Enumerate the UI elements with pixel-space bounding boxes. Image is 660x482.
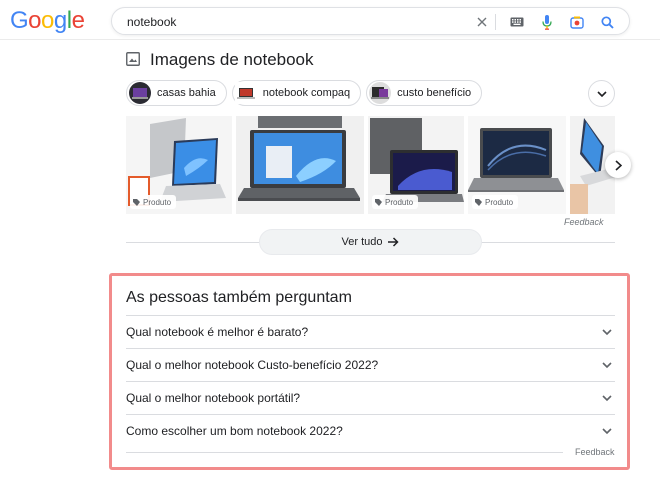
paa-question[interactable]: Como escolher um bom notebook 2022? — [126, 414, 615, 447]
chip-thumbnail — [369, 82, 392, 104]
product-tag: Produto — [130, 195, 177, 209]
chip-casas-bahia[interactable]: casas bahia — [126, 80, 227, 106]
image-tile[interactable]: Produto — [126, 116, 232, 214]
camera-lens-icon[interactable] — [567, 12, 587, 32]
search-icon[interactable] — [597, 12, 617, 32]
chip-label: casas bahia — [157, 87, 216, 99]
logo-letter: o — [41, 7, 54, 34]
tag-icon — [375, 198, 382, 206]
paa-question-text: Qual o melhor notebook portátil? — [126, 391, 301, 405]
paa-question[interactable]: Qual notebook é melhor é barato? — [126, 315, 615, 348]
chevron-down-icon — [602, 428, 612, 435]
logo-letter: g — [53, 7, 67, 34]
logo-letter: o — [28, 7, 42, 34]
chip-thumbnail — [129, 82, 151, 104]
product-tag: Produto — [472, 195, 519, 209]
search-bar[interactable]: notebook — [111, 7, 630, 35]
images-section-title[interactable]: Imagens de notebook — [150, 50, 314, 70]
chevron-down-icon — [596, 90, 607, 97]
image-filter-chips: casas bahia notebook compaq custo benefí… — [126, 80, 483, 106]
people-also-ask-title: As pessoas também perguntam — [126, 289, 352, 306]
chevron-down-icon — [602, 395, 612, 402]
logo-letter: G — [10, 7, 29, 34]
paa-question[interactable]: Qual o melhor notebook Custo-benefício 2… — [126, 348, 615, 381]
arrow-right-icon — [388, 237, 400, 247]
image-gallery: Produto Produto Produto — [126, 116, 615, 214]
chevron-down-icon — [602, 329, 612, 336]
paa-question-text: Qual o melhor notebook Custo-benefício 2… — [126, 358, 379, 372]
chips-expand-button[interactable] — [588, 80, 615, 107]
tag-icon — [133, 198, 140, 206]
image-tile[interactable]: Produto — [368, 116, 464, 214]
paa-question[interactable]: Qual o melhor notebook portátil? — [126, 381, 615, 414]
chip-notebook-compaq[interactable]: notebook compaq — [231, 80, 362, 106]
product-tag: Produto — [372, 195, 419, 209]
chip-thumbnail — [234, 82, 257, 104]
chip-label: custo benefício — [397, 87, 472, 99]
gallery-next-button[interactable] — [605, 152, 631, 178]
keyboard-icon[interactable] — [507, 12, 527, 32]
chevron-down-icon — [602, 362, 612, 369]
paa-bottom-divider — [126, 452, 563, 453]
image-icon — [126, 52, 140, 66]
paa-question-text: Como escolher um bom notebook 2022? — [126, 424, 343, 438]
image-tile[interactable]: Produto — [468, 116, 566, 214]
images-feedback-link[interactable]: Feedback — [564, 217, 604, 227]
see-all-button[interactable]: Ver tudo — [259, 229, 482, 255]
image-tile[interactable] — [236, 116, 364, 214]
chevron-right-icon — [614, 159, 622, 171]
clear-icon[interactable] — [472, 12, 492, 32]
tag-icon — [475, 198, 482, 206]
chip-label: notebook compaq — [262, 87, 351, 99]
search-divider — [495, 14, 496, 30]
paa-feedback-link[interactable]: Feedback — [575, 447, 615, 457]
microphone-icon[interactable] — [537, 12, 557, 32]
paa-question-text: Qual notebook é melhor é barato? — [126, 325, 309, 339]
google-logo[interactable]: Google — [10, 7, 85, 35]
chip-custo-beneficio[interactable]: custo benefício — [366, 80, 483, 106]
see-all-label: Ver tudo — [341, 236, 383, 248]
laptop-image — [238, 116, 360, 201]
top-header: Google notebook — [0, 0, 660, 40]
search-input[interactable]: notebook — [127, 15, 176, 29]
logo-letter: e — [71, 7, 85, 34]
